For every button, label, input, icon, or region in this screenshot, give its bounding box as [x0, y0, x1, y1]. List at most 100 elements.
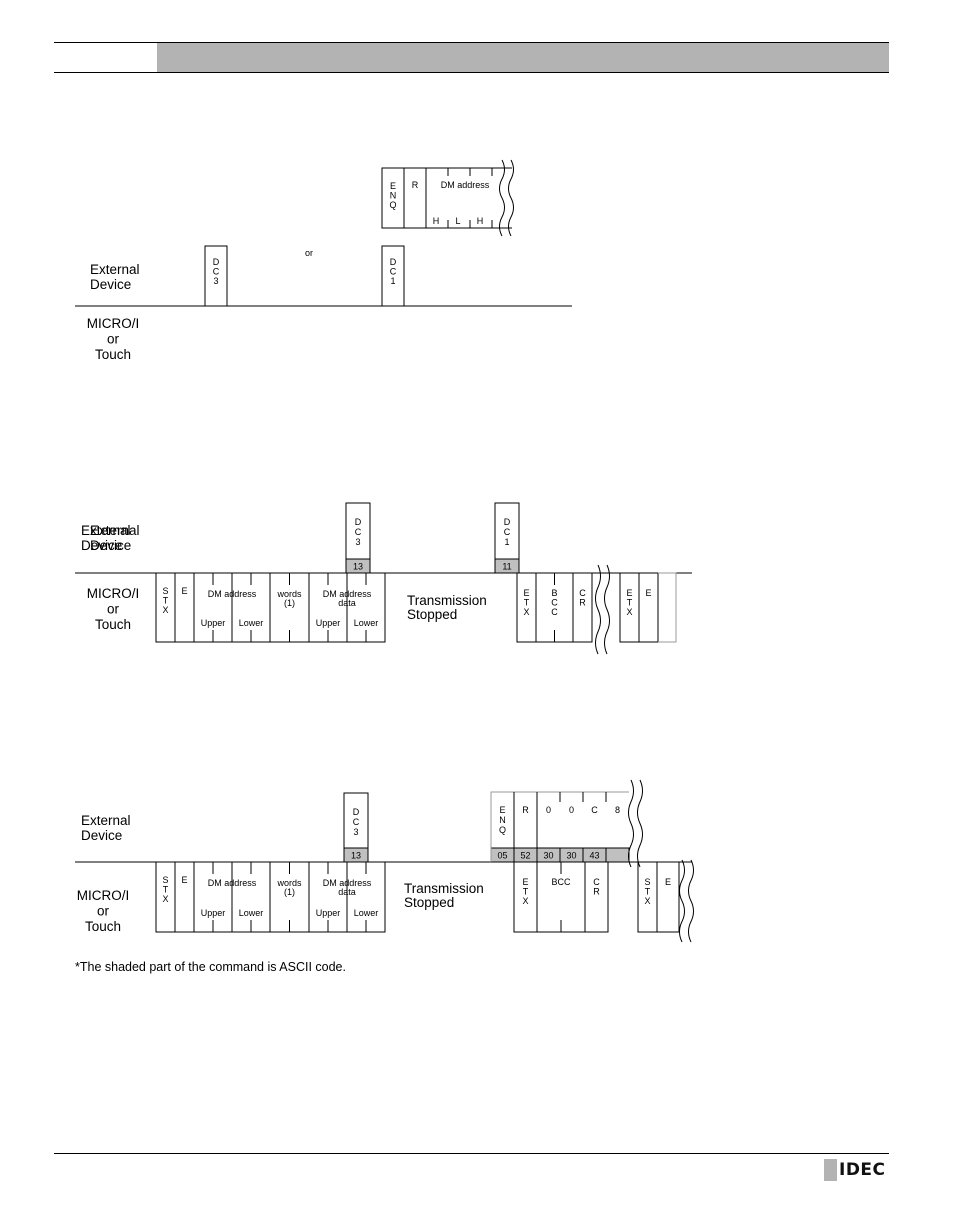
- flow-control-diagrams: ExternalDeviceMICRO/IorTouchENQR DM addre…: [75, 159, 694, 943]
- d2-dc3-label: 3: [355, 537, 360, 547]
- d2-external-device-label-a: External: [81, 523, 131, 538]
- d2-dc3-label: C: [355, 527, 362, 537]
- d2-external-device-label-a: Device: [81, 538, 122, 553]
- d2-after-blank-field: [658, 572, 677, 643]
- d1-micro-touch-label: or: [107, 332, 120, 347]
- d3-cmd-field-label: C: [591, 805, 598, 815]
- d3-cmd-break-1: [637, 779, 643, 868]
- d3-words-label: (1): [284, 887, 295, 897]
- d2-etx-label: E: [523, 588, 529, 598]
- d1-r-label: R: [412, 180, 419, 190]
- d2-transmission-stopped-label: Stopped: [407, 607, 457, 622]
- d2-break-1: [604, 564, 610, 655]
- d3-etx-label: T: [523, 887, 529, 897]
- d2-after-etx-label: E: [626, 588, 632, 598]
- d3-dm-upper-label: Upper: [201, 908, 226, 918]
- d2-etx-label: T: [524, 598, 530, 608]
- d2-micro-touch-label: MICRO/I: [87, 586, 140, 601]
- d1-dc1-label: 1: [390, 276, 395, 286]
- d3-dm-lower-label: Lower: [239, 908, 264, 918]
- d2-words-label: (1): [284, 598, 295, 608]
- d1-dm-sub-label: H: [477, 216, 484, 226]
- d3-cr-label: R: [593, 887, 600, 897]
- d3-cmd-ascii-value: 05: [497, 851, 507, 861]
- d3-etx-label: X: [522, 896, 528, 906]
- d1-dc1-label: C: [390, 267, 397, 277]
- d1-dc3-label: D: [213, 257, 220, 267]
- d3-after-stx-label: S: [644, 877, 650, 887]
- d3-cmd-ascii-value: 52: [520, 851, 530, 861]
- d2-stx-label: S: [162, 586, 168, 596]
- d3-e-label: E: [181, 875, 187, 885]
- d2-break-0: [595, 564, 601, 655]
- d3-dc3-ascii-value: 13: [351, 851, 361, 861]
- d3-micro-touch-label: MICRO/I: [77, 888, 130, 903]
- d1-enq-label: N: [390, 191, 397, 201]
- d3-dc3-label: 3: [353, 827, 358, 837]
- d3-after-e-field: [656, 861, 680, 933]
- d2-after-e-label: E: [645, 588, 651, 598]
- d2-dc3-label: D: [355, 517, 362, 527]
- d3-cmd-field-label: 0: [569, 805, 574, 815]
- footer-rule: [54, 1153, 889, 1154]
- d3-cmd-ascii-value: 30: [566, 851, 576, 861]
- d2-micro-touch-label: or: [107, 602, 120, 617]
- d2-after-etx-label: X: [626, 607, 632, 617]
- d2-etx-label: X: [523, 607, 529, 617]
- d3-e-field: [174, 861, 195, 933]
- d2-dm-data-lower-label: Lower: [354, 618, 379, 628]
- logo-block-icon: [824, 1159, 837, 1181]
- d3-cmd-enq-label: E: [499, 805, 505, 815]
- d2-after-etx-label: T: [627, 598, 633, 608]
- d3-micro-touch-label: or: [97, 904, 110, 919]
- d3-micro-touch-label: Touch: [85, 919, 121, 934]
- d2-stx-label: X: [162, 605, 168, 615]
- d3-stx-label: X: [162, 894, 168, 904]
- d2-e-field: [174, 572, 195, 643]
- d2-dc1-ascii-value: 11: [502, 562, 511, 572]
- d3-cmd-field-label: 8: [615, 805, 620, 815]
- idec-logo: IDEC: [824, 1159, 886, 1181]
- d1-external-device-label: External: [90, 262, 140, 277]
- d1-r-field: [403, 167, 427, 229]
- d3-transmission-stopped-label: Stopped: [404, 895, 454, 910]
- d1-dm-address-label: DM address: [441, 180, 490, 190]
- d1-dc3-label: 3: [213, 276, 218, 286]
- d2-dm-data-label: data: [338, 598, 356, 608]
- d3-dm-data-lower-label: Lower: [354, 908, 379, 918]
- logo-text: IDEC: [839, 1160, 886, 1180]
- d2-bcc-label: C: [551, 598, 558, 608]
- d3-cr-label: C: [593, 877, 600, 887]
- d3-after-e-label: E: [665, 877, 671, 887]
- d3-cmd-field-label: 0: [546, 805, 551, 815]
- d3-break-1: [688, 859, 694, 943]
- d2-micro-touch-label: Touch: [95, 617, 131, 632]
- d3-stx-label: T: [163, 885, 169, 895]
- d3-cmd-field-label: R: [522, 805, 529, 815]
- d3-transmission-stopped-label: Transmission: [404, 881, 484, 896]
- d1-dc1-label: D: [390, 257, 397, 267]
- d1-enq-label: Q: [389, 200, 396, 210]
- d1-break-1: [508, 159, 514, 237]
- d2-cr-label: C: [579, 588, 586, 598]
- d3-cmd-enq-label: Q: [499, 825, 506, 835]
- d2-dm-lower-label: Lower: [239, 618, 264, 628]
- d3-dm-data-label: data: [338, 887, 356, 897]
- d1-enq-label: E: [390, 181, 396, 191]
- d2-dc1-label: C: [504, 527, 511, 537]
- d2-cr-label: R: [579, 598, 586, 608]
- d1-dm-sub-label: H: [433, 216, 440, 226]
- d2-dc1-label: D: [504, 517, 511, 527]
- d1-micro-touch-label: MICRO/I: [87, 316, 140, 331]
- d1-micro-touch-label: Touch: [95, 347, 131, 362]
- d3-etx-label: E: [522, 877, 528, 887]
- d3-break-0: [679, 859, 685, 943]
- d2-dc1-label: 1: [504, 537, 509, 547]
- d2-bcc-label: B: [551, 588, 557, 598]
- d3-external-device-label: External: [81, 813, 131, 828]
- d2-after-e-field: [638, 572, 659, 643]
- d2-transmission-stopped-label: Transmission: [407, 593, 487, 608]
- d3-cmd-enq-label: N: [499, 815, 506, 825]
- d2-dm-address-label: DM address: [208, 589, 257, 599]
- d2-cr-field: [572, 572, 593, 643]
